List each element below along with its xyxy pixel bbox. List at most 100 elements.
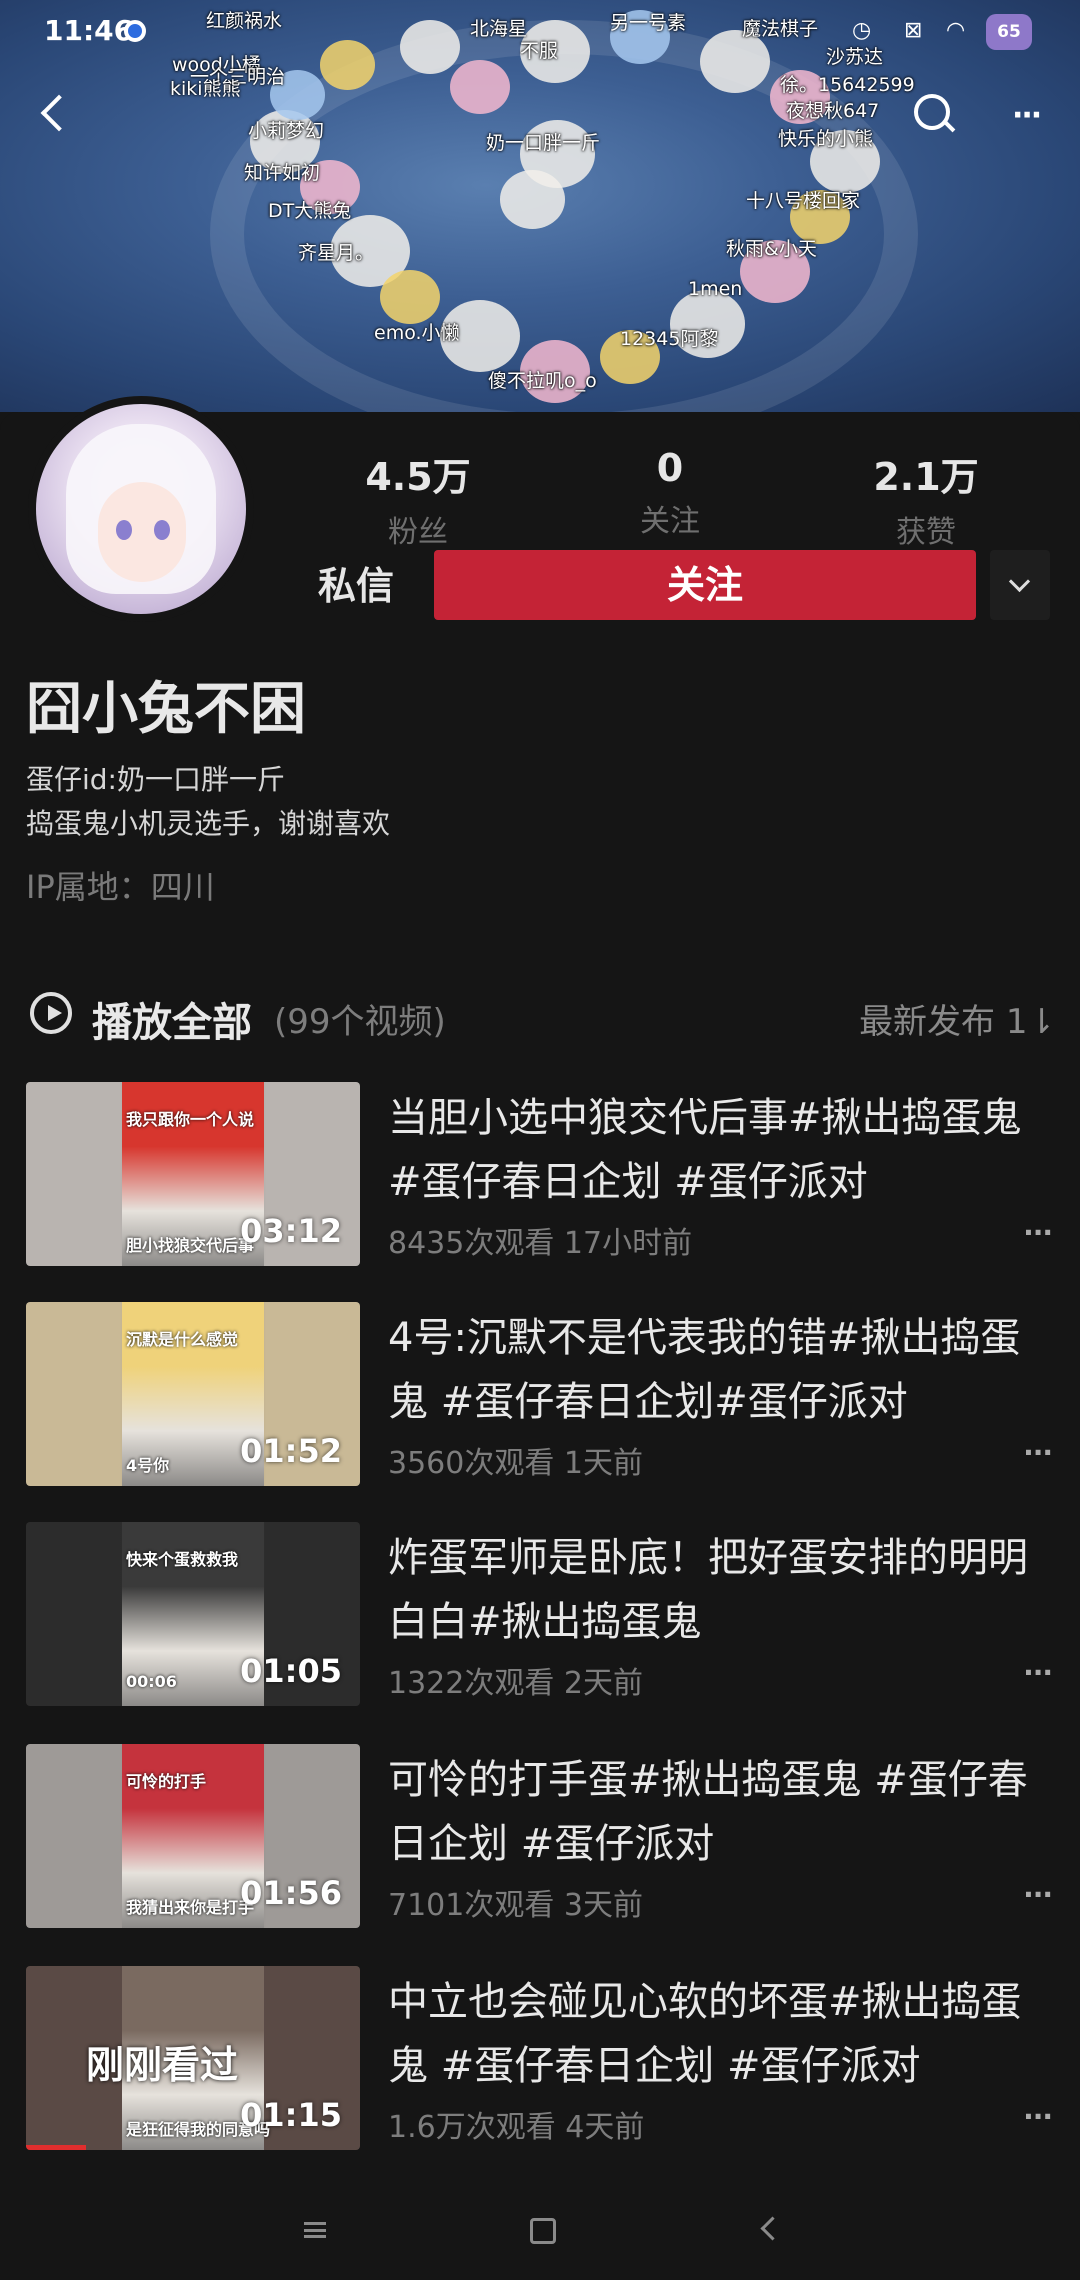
danmaku-text: 十八号楼回家 bbox=[746, 190, 861, 212]
video-duration: 03:12 bbox=[240, 1212, 342, 1250]
video-title[interactable]: 中立也会碰见心软的坏蛋#揪出捣蛋鬼 #蛋仔春日企划 #蛋仔派对 bbox=[388, 1970, 1048, 2098]
home-icon[interactable] bbox=[530, 2218, 556, 2244]
video-thumbnail[interactable]: 沉默是什么感觉 4号你 01:52 bbox=[26, 1302, 360, 1486]
video-meta: 7101次观看 3天前 bbox=[388, 1880, 643, 1924]
thumbnail-caption-bottom: 我猜出来你是打手 bbox=[126, 1898, 255, 1917]
video-more-icon[interactable]: ··· bbox=[1023, 1656, 1053, 1689]
video-views: 1322次观看 bbox=[388, 1666, 555, 1701]
video-more-icon[interactable]: ··· bbox=[1023, 1878, 1053, 1911]
thumbnail-caption-bottom: 4号你 bbox=[126, 1456, 170, 1475]
status-bar: 11:46 ◷ ⊠ ◠ 65 bbox=[0, 0, 1080, 68]
video-meta: 3560次观看 1天前 bbox=[388, 1438, 643, 1482]
video-thumbnail[interactable]: 是狂征得我的同意吗 刚刚看过 01:15 bbox=[26, 1966, 360, 2150]
danmaku-text: 12345阿黎 bbox=[620, 328, 719, 350]
video-meta: 1.6万次观看 4天前 bbox=[388, 2102, 644, 2146]
avatar[interactable] bbox=[28, 396, 254, 622]
sim-off-icon: ⊠ bbox=[904, 18, 923, 43]
video-age: 3天前 bbox=[563, 1888, 643, 1923]
stat-likes-label: 获赞 bbox=[896, 515, 956, 550]
video-more-icon[interactable]: ··· bbox=[1023, 1436, 1053, 1469]
follow-button[interactable]: 关注 bbox=[434, 550, 976, 620]
video-more-icon[interactable]: ··· bbox=[1023, 1216, 1053, 1249]
video-meta: 1322次观看 2天前 bbox=[388, 1658, 643, 1702]
stat-following-value: 0 bbox=[656, 446, 684, 490]
video-item[interactable]: 沉默是什么感觉 4号你 01:52 4号:沉默不是代表我的错#揪出捣蛋鬼 #蛋仔春日企… bbox=[26, 1302, 1056, 1488]
message-button[interactable]: 私信 bbox=[294, 550, 418, 622]
video-item[interactable]: 可怜的打手 我猜出来你是打手 01:56 可怜的打手蛋#揪出捣蛋鬼 #蛋仔春日企划 #… bbox=[26, 1744, 1056, 1930]
back-icon[interactable] bbox=[760, 2216, 785, 2241]
danmaku-text: DT大熊兔 bbox=[268, 200, 352, 222]
stat-fans-value: 4.5万 bbox=[365, 455, 471, 499]
danmaku-text: 徐。15642599 bbox=[780, 74, 915, 96]
stat-likes[interactable]: 2.1万 获赞 bbox=[846, 446, 1006, 551]
stat-fans[interactable]: 4.5万 粉丝 bbox=[338, 446, 498, 551]
video-title[interactable]: 炸蛋军师是卧底！把好蛋安排的明明白白#揪出捣蛋鬼 bbox=[388, 1526, 1048, 1654]
profile-name: 囧小兔不困 bbox=[26, 677, 306, 742]
video-list-header: 播放全部 (99个视频) 最新发布 1⇂ bbox=[26, 990, 1056, 1046]
profile-banner: 红颜祸水 wood小橘 一个三明治 kiki熊熊 小莉梦幻 知许如初 DT大熊兔 齐星月。 em… bbox=[0, 0, 1080, 412]
video-item[interactable]: 我只跟你一个人说 胆小找狼交代后事 03:12 当胆小选中狼交代后事#揪出捣蛋鬼 #蛋… bbox=[26, 1082, 1056, 1268]
video-title[interactable]: 当胆小选中狼交代后事#揪出捣蛋鬼 #蛋仔春日企划 #蛋仔派对 bbox=[388, 1086, 1048, 1214]
system-navigation-bar bbox=[0, 2170, 1080, 2280]
stat-fans-label: 粉丝 bbox=[388, 515, 448, 550]
video-duration: 01:56 bbox=[240, 1874, 342, 1912]
profile-bio-id: 蛋仔id:奶一口胖一斤 bbox=[26, 763, 285, 796]
video-age: 1天前 bbox=[563, 1446, 643, 1481]
video-thumbnail[interactable]: 可怜的打手我猜出来你是打手 01:56 bbox=[26, 1744, 360, 1928]
alarm-icon: ◷ bbox=[852, 18, 872, 43]
video-title[interactable]: 4号:沉默不是代表我的错#揪出捣蛋鬼 #蛋仔春日企划#蛋仔派对 bbox=[388, 1306, 1048, 1434]
thumbnail-caption-top: 快来个蛋救救我 bbox=[126, 1550, 239, 1569]
danmaku-text: kiki熊熊 bbox=[170, 78, 241, 100]
video-thumbnail[interactable]: 我只跟你一个人说 胆小找狼交代后事 03:12 bbox=[26, 1082, 360, 1266]
video-thumbnail[interactable]: 快来个蛋救救我 00:06 01:05 bbox=[26, 1522, 360, 1706]
video-more-icon[interactable]: ··· bbox=[1023, 2100, 1053, 2133]
battery-icon: 65 bbox=[986, 14, 1032, 50]
video-duration: 01:05 bbox=[240, 1652, 342, 1690]
app-notification-icon bbox=[124, 20, 146, 42]
wifi-icon: ◠ bbox=[946, 18, 966, 43]
video-views: 8435次观看 bbox=[388, 1226, 555, 1261]
thumbnail-caption-top: 沉默是什么感觉 bbox=[126, 1330, 239, 1349]
stat-following[interactable]: 0 关注 bbox=[590, 446, 750, 540]
danmaku-text: 奶一口胖一斤 bbox=[486, 132, 601, 154]
menu-icon[interactable] bbox=[304, 2222, 326, 2238]
status-time: 11:46 bbox=[44, 14, 134, 47]
banner-egg bbox=[380, 270, 440, 324]
video-age: 4天前 bbox=[565, 2110, 645, 2145]
danmaku-text: 知许如初 bbox=[244, 162, 321, 184]
video-views: 1.6万次观看 bbox=[388, 2110, 556, 2145]
video-age: 2天前 bbox=[563, 1666, 643, 1701]
avatar-image bbox=[36, 404, 246, 614]
thumbnail-caption-bottom: 00:06 bbox=[126, 1672, 177, 1691]
video-title[interactable]: 可怜的打手蛋#揪出捣蛋鬼 #蛋仔春日企划 #蛋仔派对 bbox=[388, 1748, 1048, 1876]
play-all-button[interactable]: 播放全部 bbox=[92, 990, 252, 1048]
stat-following-label: 关注 bbox=[640, 504, 700, 539]
more-options-icon[interactable]: ··· bbox=[1012, 98, 1042, 133]
banner-egg bbox=[450, 60, 510, 114]
back-button[interactable] bbox=[34, 88, 74, 138]
search-icon[interactable] bbox=[912, 92, 958, 138]
sort-button[interactable]: 最新发布 1⇂ bbox=[859, 994, 1056, 1043]
thumbnail-caption-bottom: 胆小找狼交代后事 bbox=[126, 1236, 255, 1255]
danmaku-text: 小莉梦幻 bbox=[248, 120, 325, 142]
danmaku-text: 1men bbox=[688, 278, 743, 300]
thumbnail-caption-top: 可怜的打手 bbox=[126, 1772, 207, 1791]
recently-watched-label: 刚刚看过 bbox=[86, 2043, 239, 2087]
ip-location: IP属地：四川 bbox=[26, 868, 215, 906]
danmaku-text: 齐星月。 bbox=[298, 242, 375, 264]
danmaku-text: 夜想秋647 bbox=[786, 100, 880, 122]
video-views: 7101次观看 bbox=[388, 1888, 555, 1923]
video-age: 17小时前 bbox=[563, 1226, 693, 1261]
video-item[interactable]: 快来个蛋救救我 00:06 01:05 炸蛋军师是卧底！把好蛋安排的明明白白#揪出捣蛋… bbox=[26, 1522, 1056, 1708]
video-duration: 01:15 bbox=[240, 2096, 342, 2134]
danmaku-text: 傻不拉叽o_o bbox=[488, 370, 597, 392]
video-views: 3560次观看 bbox=[388, 1446, 555, 1481]
video-count: (99个视频) bbox=[274, 1002, 446, 1042]
profile-bio-text: 捣蛋鬼小机灵选手，谢谢喜欢 bbox=[26, 807, 391, 840]
video-duration: 01:52 bbox=[240, 1432, 342, 1470]
video-item[interactable]: 是狂征得我的同意吗 刚刚看过 01:15 中立也会碰见心软的坏蛋#揪出捣蛋鬼 #蛋仔春… bbox=[26, 1966, 1056, 2152]
play-all-icon[interactable] bbox=[30, 992, 72, 1034]
chevron-down-icon[interactable] bbox=[990, 550, 1050, 620]
stat-likes-value: 2.1万 bbox=[873, 455, 979, 499]
video-meta: 8435次观看 17小时前 bbox=[388, 1218, 692, 1262]
